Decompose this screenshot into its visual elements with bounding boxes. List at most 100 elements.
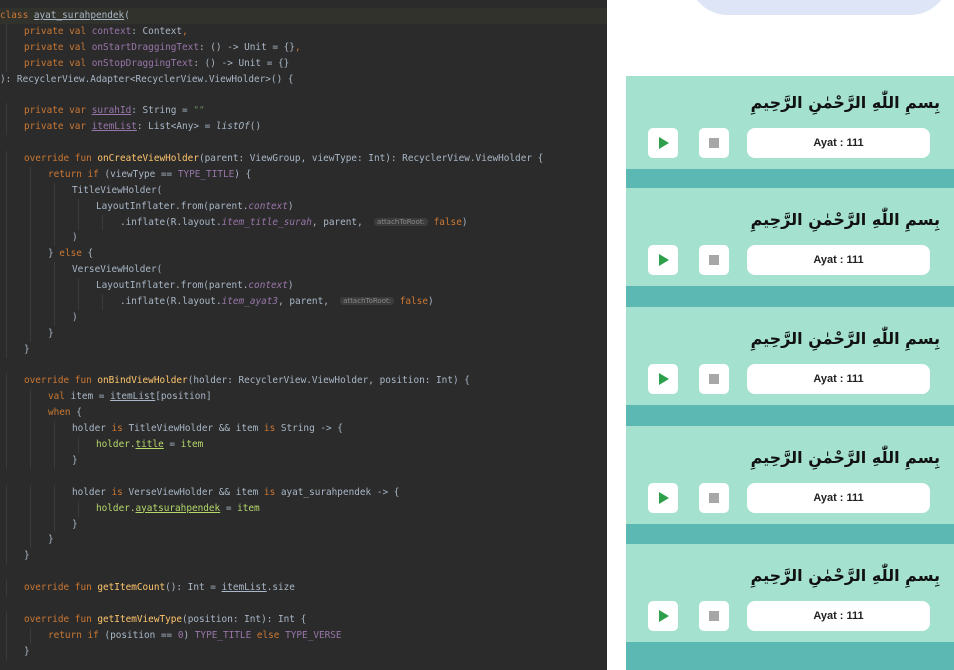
code-token: , <box>294 41 301 53</box>
code-line[interactable] <box>0 469 607 485</box>
code-line-content: .inflate(R.layout.item_ayat3, parent, at… <box>120 294 434 311</box>
stop-icon <box>709 255 719 265</box>
code-token: else <box>256 629 286 641</box>
code-token: "" <box>193 105 205 117</box>
code-line[interactable] <box>0 596 607 612</box>
stop-button[interactable] <box>699 483 729 513</box>
code-text[interactable]: class ayat_surahpendek(private val conte… <box>0 8 607 660</box>
indent-guide <box>6 119 7 136</box>
code-line[interactable]: ): RecyclerView.Adapter<RecyclerView.Vie… <box>0 72 607 88</box>
code-line[interactable]: TitleViewHolder( <box>0 182 607 199</box>
code-line[interactable] <box>0 564 607 580</box>
code-token: holder <box>72 486 112 498</box>
code-line[interactable]: private val context: Context, <box>0 23 607 40</box>
indent-guide <box>102 294 103 310</box>
code-editor[interactable]: class ayat_surahpendek(private val conte… <box>0 0 607 670</box>
stop-button[interactable] <box>699 601 729 631</box>
verse-card[interactable]: بِسمِ اللّٰهِ الرَّحْمٰنِ الرَّحِيمِ Ayat… <box>626 426 954 524</box>
code-token: TitleViewHolder && item <box>128 423 264 435</box>
code-line[interactable]: } <box>0 548 607 565</box>
code-line[interactable]: class ayat_surahpendek( <box>0 8 607 24</box>
code-line[interactable]: ) <box>0 230 607 247</box>
indent-guide <box>6 309 7 326</box>
code-token: private var <box>24 105 92 117</box>
code-line[interactable]: LayoutInflater.from(parent.context) <box>0 198 607 215</box>
code-line-content: private var surahId: String = "" <box>24 103 205 119</box>
code-token: ) <box>183 629 195 641</box>
code-token: ) <box>287 200 294 212</box>
code-line[interactable]: return if (viewType == TYPE_TITLE) { <box>0 166 607 183</box>
play-button[interactable] <box>648 601 678 631</box>
code-line[interactable]: .inflate(R.layout.item_ayat3, parent, at… <box>0 294 607 310</box>
code-line[interactable]: private val onStartDraggingText: () -> U… <box>0 39 607 56</box>
code-line[interactable]: holder is TitleViewHolder && item is Str… <box>0 421 607 438</box>
code-token: String -> { <box>280 423 343 435</box>
code-line[interactable]: } else { <box>0 246 607 263</box>
indent-guide <box>30 405 31 422</box>
code-line[interactable]: holder.title = item <box>0 437 607 453</box>
indent-guide <box>6 500 7 517</box>
code-token: context <box>91 25 132 37</box>
indent-guide <box>78 214 79 231</box>
code-token: (holder: RecyclerView.ViewHolder, positi… <box>187 375 470 387</box>
indent-guide <box>6 516 7 533</box>
verse-card[interactable]: بِسمِ اللّٰهِ الرَّحْمٰنِ الرَّحِيمِ Ayat… <box>626 188 954 286</box>
parameter-hint: attachToRoot: <box>340 297 395 306</box>
code-line-content: } <box>48 326 54 342</box>
code-line[interactable]: } <box>0 452 607 469</box>
code-line[interactable]: } <box>0 643 607 660</box>
code-line-content: override fun onCreateViewHolder(parent: … <box>24 151 543 167</box>
play-button[interactable] <box>648 364 678 394</box>
code-line[interactable]: return if (position == 0) TYPE_TITLE els… <box>0 627 607 644</box>
code-line[interactable]: override fun getItemViewType(position: I… <box>0 611 607 628</box>
indent-guide <box>54 294 55 310</box>
code-line[interactable] <box>0 135 607 151</box>
indent-guide <box>6 151 7 167</box>
code-line[interactable]: when { <box>0 405 607 422</box>
code-token: item_ayat3 <box>221 296 279 308</box>
play-button[interactable] <box>648 245 678 275</box>
stop-button[interactable] <box>699 245 729 275</box>
code-line[interactable]: VerseViewHolder( <box>0 262 607 279</box>
code-line-content: private val onStopDraggingText: () -> Un… <box>24 56 289 72</box>
bismillah-text: بِسمِ اللّٰهِ الرَّحْمٰنِ الرَّحِيمِ <box>750 93 940 112</box>
code-line[interactable]: val item = itemList[position] <box>0 389 607 406</box>
code-line[interactable]: holder.ayatsurahpendek = item <box>0 500 607 517</box>
code-line[interactable]: } <box>0 325 607 342</box>
code-line[interactable]: override fun onBindViewHolder(holder: Re… <box>0 373 607 390</box>
code-line[interactable]: .inflate(R.layout.item_title_surah, pare… <box>0 214 607 231</box>
code-token: holder. <box>96 439 136 451</box>
code-line[interactable]: private var surahId: String = "" <box>0 103 607 120</box>
indent-guide <box>54 278 55 295</box>
stop-icon <box>709 374 719 384</box>
code-line[interactable]: } <box>0 532 607 549</box>
code-token: : List<Any> = <box>136 121 216 133</box>
stop-button[interactable] <box>699 364 729 394</box>
code-line[interactable]: override fun getItemCount(): Int = itemL… <box>0 580 607 596</box>
play-button[interactable] <box>648 128 678 158</box>
verse-card[interactable]: بِسمِ اللّٰهِ الرَّحْمٰنِ الرَّحِيمِ Ayat… <box>626 544 954 642</box>
indent-guide <box>30 262 31 279</box>
verse-card[interactable]: بِسمِ اللّٰهِ الرَّحْمٰنِ الرَّحِيمِ Ayat… <box>626 76 954 169</box>
code-line[interactable]: override fun onCreateViewHolder(parent: … <box>0 151 607 167</box>
code-line[interactable]: } <box>0 516 607 533</box>
code-line[interactable]: } <box>0 341 607 358</box>
code-token: return if <box>48 168 105 180</box>
code-line[interactable] <box>0 87 607 103</box>
indent-guide <box>102 214 103 231</box>
code-line-content: private val onStartDraggingText: () -> U… <box>24 40 301 56</box>
code-line[interactable]: private var itemList: List<Any> = listOf… <box>0 119 607 136</box>
code-line[interactable]: ) <box>0 309 607 326</box>
verse-card[interactable]: بِسمِ اللّٰهِ الرَّحْمٰنِ الرَّحِيمِ Ayat… <box>626 307 954 405</box>
code-line-content: override fun getItemCount(): Int = itemL… <box>24 580 295 596</box>
stop-button[interactable] <box>699 128 729 158</box>
indent-guide <box>6 55 7 72</box>
code-token: [position] <box>155 391 212 403</box>
code-line[interactable]: LayoutInflater.from(parent.context) <box>0 278 607 295</box>
code-line[interactable]: private val onStopDraggingText: () -> Un… <box>0 55 607 72</box>
code-line[interactable]: holder is VerseViewHolder && item is aya… <box>0 484 607 501</box>
play-button[interactable] <box>648 483 678 513</box>
code-token: itemList <box>221 582 267 594</box>
code-line[interactable] <box>0 358 607 374</box>
indent-guide <box>6 341 7 358</box>
